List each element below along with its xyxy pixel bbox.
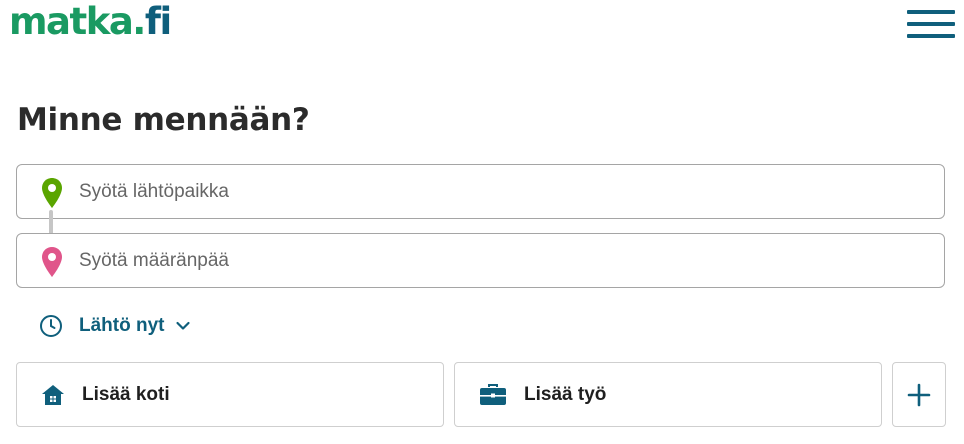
- add-home-label: Lisää koti: [82, 383, 170, 405]
- logo-dot: .: [132, 0, 146, 43]
- add-work-label: Lisää työ: [524, 383, 607, 405]
- departure-time-selector[interactable]: Lähtö nyt: [39, 312, 191, 340]
- hamburger-menu-icon[interactable]: [907, 8, 955, 40]
- logo-text-matka: matka: [9, 0, 134, 43]
- logo-text-fi: fi: [144, 0, 172, 43]
- clock-icon: [40, 315, 62, 337]
- plus-icon: [907, 383, 931, 406]
- add-home-button[interactable]: Lisää koti: [16, 362, 444, 427]
- destination-input[interactable]: [79, 234, 919, 287]
- origin-input[interactable]: [79, 165, 919, 218]
- add-work-button[interactable]: Lisää työ: [454, 362, 882, 427]
- destination-field[interactable]: [16, 233, 945, 288]
- origin-field[interactable]: [16, 164, 945, 219]
- add-place-button[interactable]: [892, 362, 946, 427]
- departure-time-label: Lähtö nyt: [79, 315, 165, 336]
- matka-fi-logo[interactable]: matka.fi: [9, 0, 172, 44]
- map-pin-pink-icon: [42, 247, 62, 277]
- map-pin-green-icon: [42, 178, 62, 208]
- chevron-down-icon: [175, 321, 190, 330]
- home-icon: [42, 384, 64, 405]
- briefcase-icon: [480, 383, 506, 405]
- page-title: Minne mennään?: [17, 102, 310, 138]
